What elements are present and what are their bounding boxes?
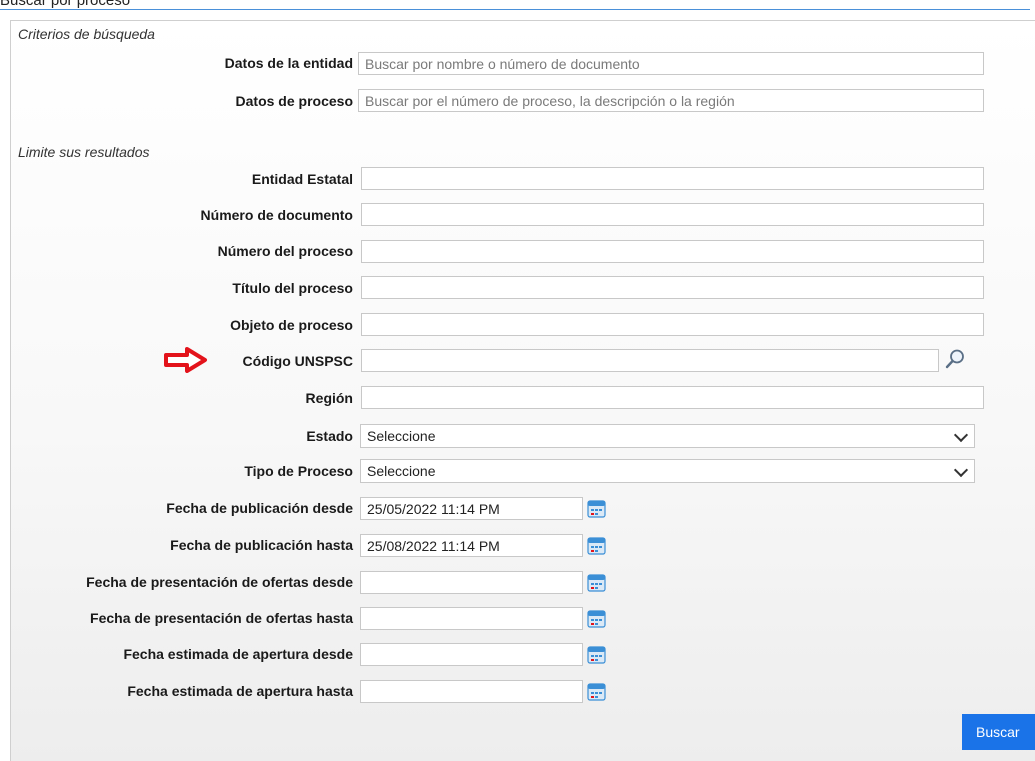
entity-data-label: Datos de la entidad (224, 55, 353, 71)
entity-data-input[interactable] (358, 52, 984, 75)
apertura-desde-label: Fecha estimada de apertura desde (123, 646, 353, 662)
calendar-icon[interactable] (587, 609, 606, 628)
calendar-icon[interactable] (587, 682, 606, 701)
tipo-proceso-select[interactable]: Seleccione (360, 459, 975, 483)
region-label: Región (305, 390, 353, 406)
calendar-icon[interactable] (587, 645, 606, 664)
calendar-icon[interactable] (587, 499, 606, 518)
numero-proceso-input[interactable] (361, 240, 984, 263)
pub-hasta-label: Fecha de publicación hasta (170, 537, 353, 553)
objeto-proceso-input[interactable] (361, 313, 984, 336)
chevron-down-icon (953, 462, 969, 478)
process-data-label: Datos de proceso (235, 93, 353, 109)
titulo-proceso-label: Título del proceso (232, 280, 353, 296)
pub-desde-label: Fecha de publicación desde (166, 500, 353, 516)
estado-selected-value: Seleccione (367, 428, 436, 444)
numero-proceso-label: Número del proceso (217, 243, 353, 259)
estado-select[interactable]: Seleccione (360, 424, 975, 448)
criteria-heading: Criterios de búsqueda (18, 26, 155, 42)
estado-label: Estado (306, 428, 353, 444)
codigo-unspsc-label: Código UNSPSC (242, 353, 353, 369)
red-arrow-icon (164, 347, 207, 373)
numero-documento-input[interactable] (361, 203, 984, 226)
search-button[interactable]: Buscar (962, 714, 1035, 750)
ofertas-desde-label: Fecha de presentación de ofertas desde (86, 574, 353, 590)
numero-documento-label: Número de documento (200, 207, 353, 223)
process-data-input[interactable] (358, 89, 984, 112)
region-input[interactable] (361, 386, 984, 409)
tipo-proceso-selected-value: Seleccione (367, 463, 436, 479)
objeto-proceso-label: Objeto de proceso (230, 317, 353, 333)
magnifier-icon[interactable] (944, 348, 966, 370)
calendar-icon[interactable] (587, 573, 606, 592)
pub-desde-input[interactable] (360, 497, 583, 520)
codigo-unspsc-input[interactable] (361, 349, 939, 372)
pub-hasta-input[interactable] (360, 534, 583, 557)
entidad-estatal-label: Entidad Estatal (251, 171, 353, 187)
apertura-hasta-label: Fecha estimada de apertura hasta (127, 683, 353, 699)
ofertas-desde-input[interactable] (360, 571, 583, 594)
ofertas-hasta-input[interactable] (360, 607, 583, 630)
calendar-icon[interactable] (587, 536, 606, 555)
panel-title: Buscar por proceso (0, 0, 1030, 10)
chevron-down-icon (953, 427, 969, 443)
limits-heading: Limite sus resultados (18, 144, 150, 160)
tipo-proceso-label: Tipo de Proceso (244, 463, 353, 479)
titulo-proceso-input[interactable] (361, 276, 984, 299)
entidad-estatal-input[interactable] (361, 167, 984, 190)
ofertas-hasta-label: Fecha de presentación de ofertas hasta (90, 610, 353, 626)
apertura-desde-input[interactable] (360, 643, 583, 666)
apertura-hasta-input[interactable] (360, 680, 583, 703)
